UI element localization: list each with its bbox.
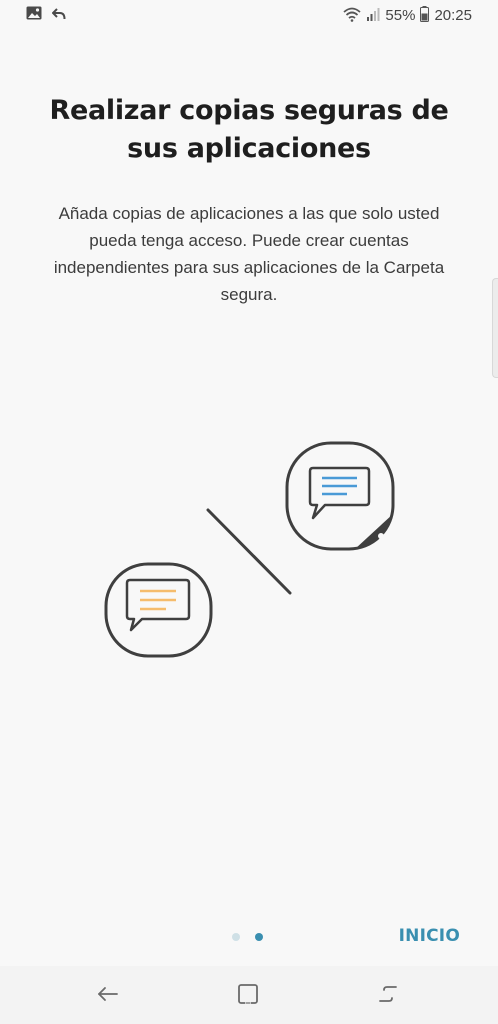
image-icon: [26, 6, 42, 25]
status-left: [26, 6, 66, 25]
page-indicator: [232, 933, 263, 941]
status-bar: 55% 20:25: [0, 0, 498, 32]
home-icon: [237, 983, 259, 1010]
clock: 20:25: [434, 7, 472, 24]
status-right: 55% 20:25: [343, 6, 472, 26]
transfer-line: [206, 508, 292, 595]
navigation-bar: [0, 966, 498, 1024]
home-button[interactable]: [234, 982, 262, 1010]
edge-panel-handle[interactable]: [492, 278, 498, 378]
page-dot-1: [232, 933, 240, 941]
illustration: [0, 430, 498, 670]
signal-icon: [366, 7, 380, 25]
battery-icon: [420, 6, 430, 26]
back-button[interactable]: [94, 982, 122, 1010]
recents-button[interactable]: [374, 982, 402, 1010]
back-icon: [96, 984, 120, 1009]
page-title: Realizar copias seguras de sus aplicacio…: [49, 95, 449, 164]
wifi-icon: [343, 7, 362, 26]
page-description: Añada copias de aplicaciones a las que s…: [53, 204, 445, 304]
page-dot-2: [255, 933, 263, 941]
secure-chat-app-icon: [285, 441, 395, 551]
start-button[interactable]: INICIO: [399, 926, 460, 946]
recents-icon: [376, 983, 400, 1010]
chat-app-icon: [104, 562, 213, 658]
battery-percent: 55%: [385, 7, 416, 24]
reply-icon: [51, 7, 66, 25]
